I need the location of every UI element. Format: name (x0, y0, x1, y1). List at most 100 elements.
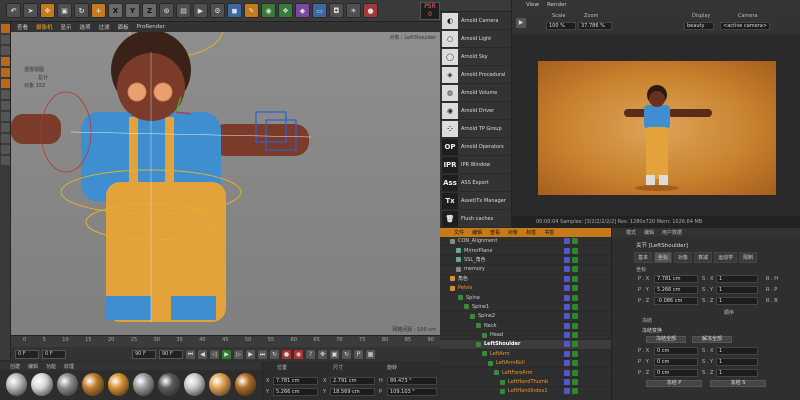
object-row[interactable]: LeftArm (440, 350, 611, 360)
material-swatch[interactable] (107, 373, 130, 396)
object-menu-item[interactable]: 编辑 (472, 229, 482, 236)
material-menu-item[interactable]: 功能 (46, 363, 56, 370)
attribute-subtab[interactable]: 限制 (739, 252, 758, 263)
tag-icon[interactable] (572, 303, 578, 310)
object-row[interactable]: memory (440, 265, 611, 275)
tag-icon[interactable] (564, 322, 570, 329)
object-row[interactable]: SSL_角色 (440, 256, 611, 266)
axis-z-button[interactable]: Z (142, 3, 157, 18)
render-view-icon[interactable]: ▤ (176, 3, 191, 18)
attribute-subtab[interactable]: 衰减 (694, 252, 713, 263)
tag-icon[interactable] (564, 294, 570, 301)
tag-icon[interactable] (564, 285, 570, 292)
freeze-pos-z[interactable]: 0 cm (654, 369, 698, 377)
axis-y-button[interactable]: Y (125, 3, 140, 18)
rotation-key-icon[interactable]: ↻ (342, 349, 351, 359)
joint-scale-x[interactable]: 1 (716, 275, 758, 283)
goto-end-icon[interactable]: ⏭ (258, 349, 267, 359)
pla-key-icon[interactable]: ▦ (366, 349, 375, 359)
object-row[interactable]: LeftShoulder (440, 340, 611, 350)
param-key-icon[interactable]: P (354, 349, 363, 359)
prev-frame-icon[interactable]: ◁ (210, 349, 219, 359)
object-row[interactable]: CON_Alignment (440, 237, 611, 247)
joint-scale-z[interactable]: 1 (716, 297, 758, 305)
goto-start-icon[interactable]: ⏮ (186, 349, 195, 359)
axis-mode-icon[interactable] (1, 90, 10, 99)
material-swatch[interactable] (56, 373, 79, 396)
object-row[interactable]: LeftHandThumb (440, 378, 611, 388)
object-row[interactable]: Spine (440, 293, 611, 303)
tag-icon[interactable] (572, 285, 578, 292)
light-icon[interactable]: ☀ (346, 3, 361, 18)
tag-icon[interactable] (564, 341, 570, 348)
deformer-icon[interactable]: ◆ (295, 3, 310, 18)
material-swatch[interactable] (82, 373, 104, 396)
next-frame-icon[interactable]: ▷ (234, 349, 243, 359)
object-row[interactable]: Head (440, 331, 611, 341)
object-row[interactable]: LeftHandIndex1 (440, 387, 611, 397)
make-editable-icon[interactable] (1, 24, 10, 33)
snap-icon[interactable] (1, 101, 10, 110)
tag-icon[interactable] (564, 379, 570, 386)
plugin-item[interactable]: ◯ Arnold Sky (440, 48, 511, 66)
pos-x-field[interactable]: 7.781 cm (273, 377, 318, 385)
tag-icon[interactable] (572, 294, 578, 301)
tag-icon[interactable] (564, 369, 570, 376)
record-icon[interactable]: ● (282, 349, 291, 359)
plugin-item[interactable]: Tx Asset/Tx Manager (440, 192, 511, 210)
scale-tool-icon[interactable]: ▣ (57, 3, 72, 18)
points-mode-icon[interactable] (1, 57, 10, 66)
attribute-subtab[interactable]: 运动学 (714, 252, 738, 263)
tag-icon[interactable] (572, 275, 578, 282)
object-menu-item[interactable]: 查看 (490, 229, 500, 236)
tag-icon[interactable] (572, 388, 578, 395)
model-mode-icon[interactable] (1, 35, 10, 44)
material-swatch[interactable] (133, 373, 155, 396)
attribute-menu-item[interactable]: 模式 (626, 229, 636, 236)
rot-h-field[interactable]: 89.473 ° (387, 377, 437, 385)
freeze-section[interactable]: 冻结 (642, 317, 652, 324)
freeze-scale-z[interactable]: 1 (716, 369, 758, 377)
timeline-ruler[interactable]: 0 5 10 15 20 25 30 35 40 45 50 55 60 65 70 75 80 85 90 (11, 335, 440, 347)
texture-mode-icon[interactable] (1, 46, 10, 55)
joint-pos-y[interactable]: 5.266 cm (654, 286, 698, 294)
camera-icon[interactable]: ◘ (329, 3, 344, 18)
scale-field[interactable]: 100 % (546, 22, 576, 30)
viewport-menu-item[interactable]: 选项 (80, 23, 91, 31)
material-menu-item[interactable]: 纹理 (64, 363, 74, 370)
tag-icon[interactable] (564, 388, 570, 395)
move-tool-icon[interactable]: ✥ (40, 3, 55, 18)
attribute-menu-item[interactable]: 用户数据 (662, 229, 682, 236)
plugin-item[interactable]: ◈ Arnold Procedural (440, 66, 511, 84)
freeze-scale-x[interactable]: 1 (716, 347, 758, 355)
material-swatch[interactable] (209, 373, 231, 396)
plugin-item[interactable]: 🗑 Flush caches (440, 210, 511, 228)
select-arrow-icon[interactable]: ➤ (23, 3, 38, 18)
sculpt-icon[interactable] (1, 145, 10, 154)
plugin-item[interactable]: ◐ Arnold Camera (440, 12, 511, 30)
attribute-menu-item[interactable]: 编辑 (644, 229, 654, 236)
start-frame-field[interactable]: 0 F (15, 349, 39, 359)
tag-icon[interactable] (564, 247, 570, 254)
arnold-icon[interactable]: ● (363, 3, 378, 18)
attribute-subtab[interactable]: 坐标 (654, 252, 673, 263)
3d-viewport[interactable]: 透视视图 总计 对象 152 对象 : LeftShoulder 网格间距 : … (11, 32, 440, 335)
render-picture-icon[interactable]: ▶ (193, 3, 208, 18)
tag-icon[interactable] (564, 266, 570, 273)
edges-mode-icon[interactable] (1, 68, 10, 77)
polygons-mode-icon[interactable] (1, 79, 10, 88)
tag-icon[interactable] (572, 350, 578, 357)
tag-icon[interactable] (572, 238, 578, 245)
viewport-menu-item[interactable]: 摄像机 (36, 23, 53, 31)
object-row[interactable]: Spine1 (440, 303, 611, 313)
tag-icon[interactable] (572, 256, 578, 263)
tag-icon[interactable] (572, 247, 578, 254)
plugin-item[interactable]: ◉ Arnold Driver (440, 102, 511, 120)
coordinate-system-icon[interactable]: ⊙ (159, 3, 174, 18)
render-menu-item[interactable]: View (526, 2, 539, 8)
tag-icon[interactable] (564, 350, 570, 357)
material-menu-item[interactable]: 编辑 (28, 363, 38, 370)
plugin-item[interactable]: IPR IPR Window (440, 156, 511, 174)
scale-key-icon[interactable]: ▣ (330, 349, 339, 359)
next-key-icon[interactable]: ▶ (246, 349, 255, 359)
